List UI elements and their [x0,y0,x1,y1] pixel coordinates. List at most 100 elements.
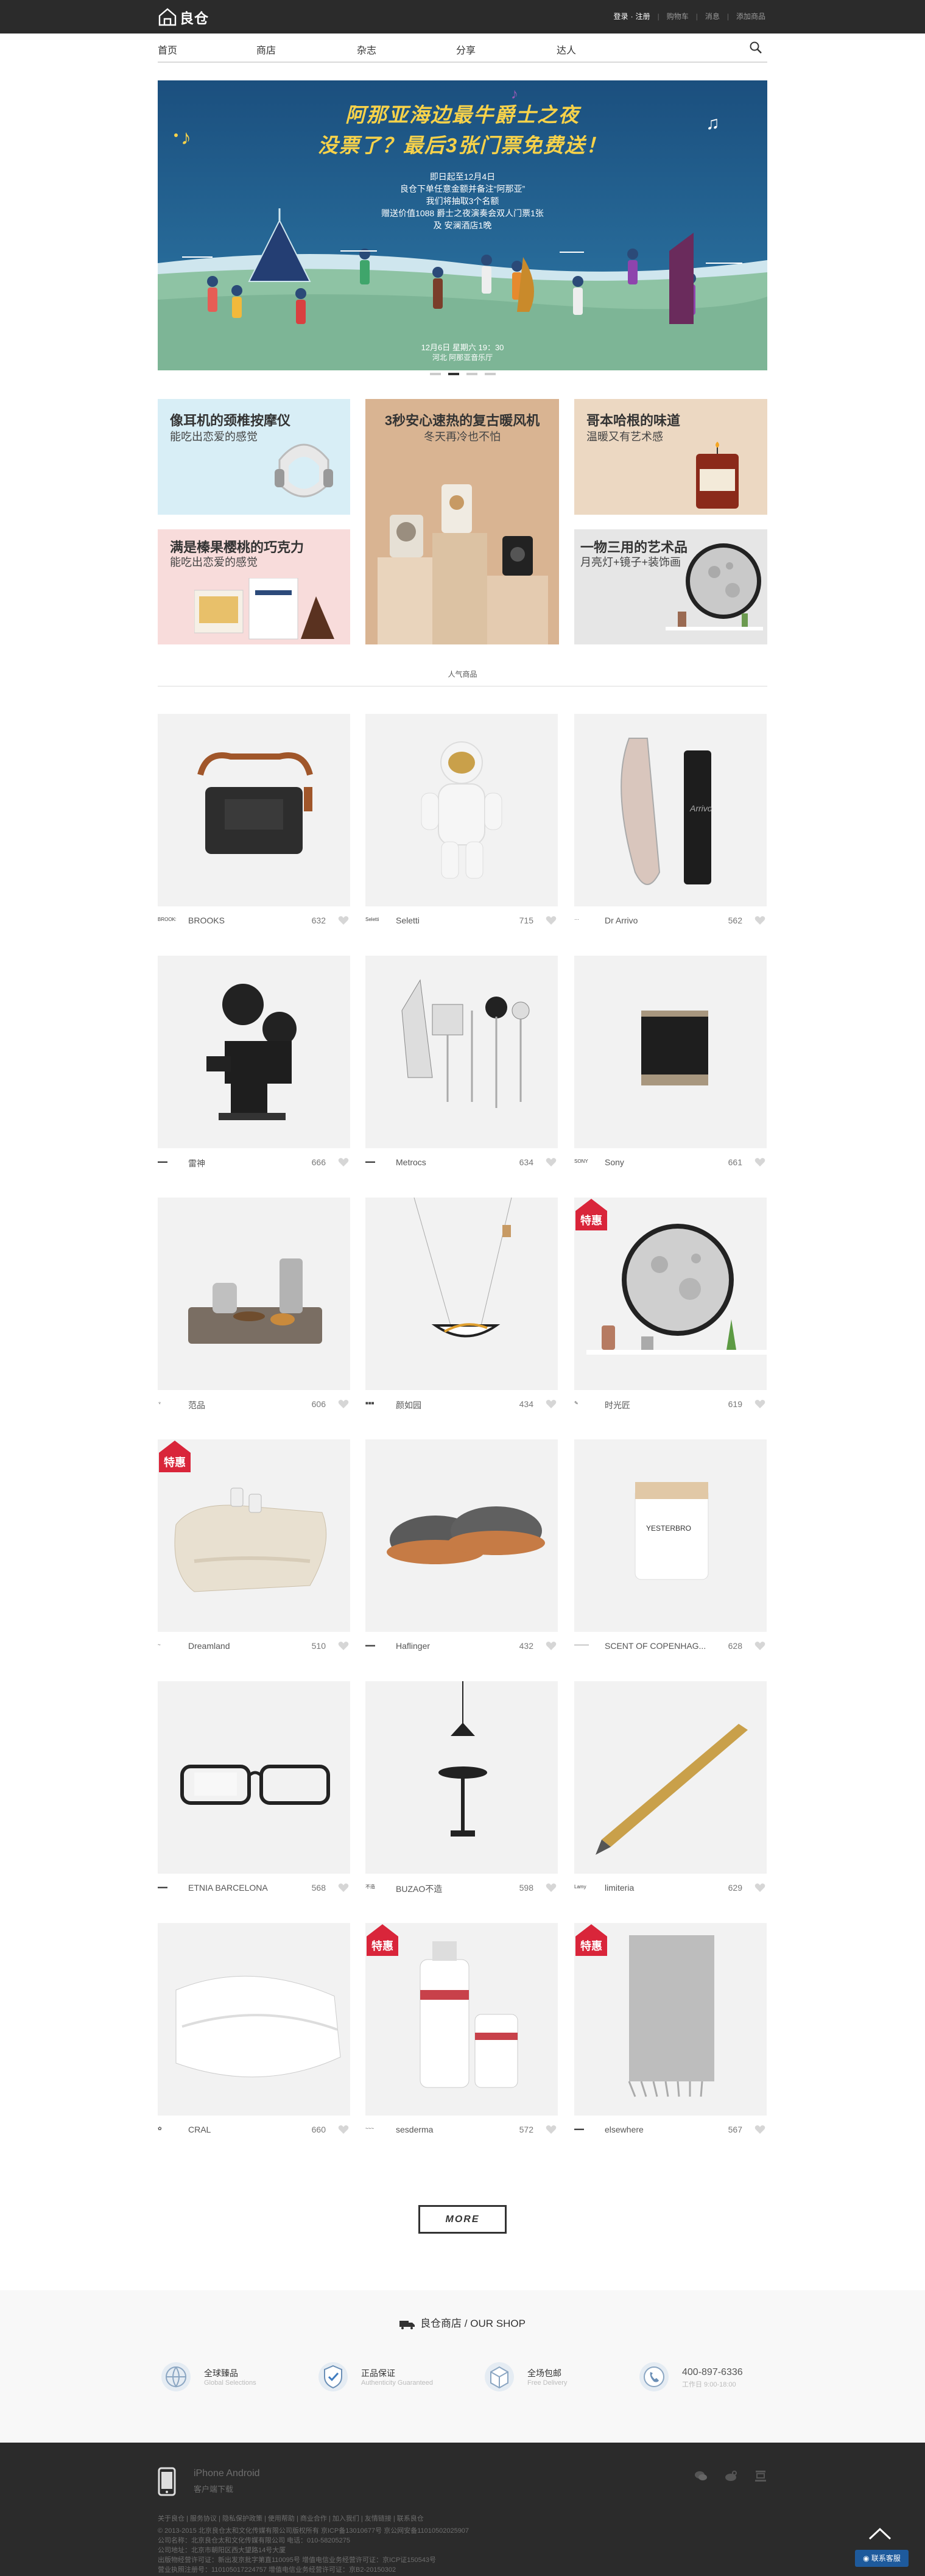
product-card[interactable]: ✿ CRAL 660 [158,1923,350,2134]
product-image[interactable] [158,1198,350,1390]
brand-name[interactable]: ETNIA BARCELONA [188,1883,292,1893]
promo-tile-moonlamp[interactable]: 一物三用的艺术品 月亮灯+镜子+装饰画 [574,529,767,644]
nav-item-shop[interactable]: 商店 [256,42,276,57]
promo-tile-candle[interactable]: 哥本哈根的味道 温暖又有艺术感 [574,399,767,515]
messages-link[interactable]: 消息 [705,11,720,21]
heart-icon[interactable] [338,1641,349,1651]
pagination-dot-active[interactable] [448,373,459,375]
heart-icon[interactable] [546,1157,557,1167]
heart-icon[interactable] [754,1641,765,1651]
brand-name[interactable]: elsewhere [605,2125,708,2134]
product-image[interactable] [365,956,558,1148]
customer-service-button[interactable]: ◉ 联系客服 [855,2550,909,2567]
product-image[interactable] [365,1198,558,1390]
product-card[interactable]: 特惠 ✎ 时光匠 619 [574,1198,767,1411]
product-card[interactable]: YESTERBRO ——— SCENT OF COPENHAG... 628 [574,1439,767,1651]
product-card[interactable]: ■■■ 颜如园 434 [365,1198,558,1411]
brand-name[interactable]: 时光匠 [605,1399,708,1411]
promo-tile-heater[interactable]: 3秒安心速热的复古暖风机 冬天再冷也不怕 [365,399,559,644]
brand-name[interactable]: 范品 [188,1399,292,1411]
brand-name[interactable]: Haflinger [396,1641,499,1651]
brand-name[interactable]: BUZAO不造 [396,1883,499,1895]
product-image[interactable]: 特惠 [574,1198,767,1390]
pagination-dot[interactable] [466,373,477,375]
brand-logo[interactable]: ——— [574,1641,593,1650]
brand-logo[interactable]: BROOKS [158,916,176,924]
brand-logo[interactable]: ✎ [574,1399,593,1408]
brand-logo[interactable]: Lamy [574,1883,593,1891]
heart-icon[interactable] [754,1157,765,1167]
brand-logo[interactable]: ~~~ [365,2125,384,2133]
more-button[interactable]: MORE [418,2205,507,2234]
product-image[interactable]: Arrivo [574,714,767,906]
brand-name[interactable]: Dr Arrivo [605,916,708,925]
product-card[interactable]: ♆ 范品 606 [158,1198,350,1411]
product-card[interactable]: Arrivo ··· Dr Arrivo 562 [574,714,767,925]
nav-item-experts[interactable]: 达人 [557,42,576,57]
product-card[interactable]: ▬▬ Metrocs 634 [365,956,558,1167]
brand-name[interactable]: Sony [605,1157,708,1167]
nav-item-share[interactable]: 分享 [456,42,476,57]
brand-name[interactable]: Metrocs [396,1157,499,1167]
brand-logo[interactable]: ▬▬ [365,1641,384,1650]
brand-name[interactable]: CRAL [188,2125,292,2134]
douban-icon[interactable] [754,2469,767,2483]
wechat-icon[interactable] [694,2469,708,2483]
heart-icon[interactable] [754,2125,765,2134]
brand-logo[interactable]: ♆ [158,1399,176,1408]
brand-logo[interactable]: ··· [574,916,593,924]
heart-icon[interactable] [546,916,557,925]
brand-name[interactable]: limiteria [605,1883,708,1893]
app-download[interactable]: 客户端下载 [194,2483,233,2494]
heart-icon[interactable] [338,916,349,925]
brand-name[interactable]: sesderma [396,2125,499,2134]
brand-logo[interactable]: ▬▬ [158,1157,176,1166]
heart-icon[interactable] [754,1399,765,1409]
product-image[interactable]: 特惠 [158,1439,350,1632]
mobile-phone-icon[interactable] [158,2467,176,2496]
brand-name[interactable]: Seletti [396,916,499,925]
brand-logo[interactable]: SONY [574,1157,593,1166]
product-card[interactable]: SONY Sony 661 [574,956,767,1167]
product-image[interactable] [158,1681,350,1874]
nav-item-home[interactable]: 首页 [158,42,177,57]
heart-icon[interactable] [546,1883,557,1893]
search-icon[interactable] [749,41,762,54]
product-card[interactable]: 不造 BUZAO不造 598 [365,1681,558,1894]
product-card[interactable]: 特惠 ~ Dreamland 510 [158,1439,350,1651]
brand-logo[interactable]: ▬▬ [365,1157,384,1166]
back-to-top-arrow-icon[interactable] [859,2519,901,2550]
app-platforms[interactable]: iPhone Android [194,2468,260,2479]
nav-item-magazine[interactable]: 杂志 [357,42,376,57]
brand-logo[interactable]: 不造 [365,1883,384,1891]
heart-icon[interactable] [546,1641,557,1651]
brand-logo[interactable]: ▬▬ [574,2125,593,2133]
heart-icon[interactable] [546,2125,557,2134]
product-card[interactable]: Lamy limiteria 629 [574,1681,767,1893]
brand-name[interactable]: 雷神 [188,1157,292,1170]
brand-logo[interactable]: ■■■ [365,1399,384,1408]
product-image[interactable]: 特惠 [365,1923,558,2115]
heart-icon[interactable] [754,916,765,925]
brand-name[interactable]: SCENT OF COPENHAG... [605,1641,708,1651]
add-product-link[interactable]: 添加商品 [736,11,765,21]
heart-icon[interactable] [754,1883,765,1893]
pagination-dot[interactable] [430,373,441,375]
product-image[interactable] [158,1923,350,2115]
product-image[interactable] [158,956,350,1148]
brand-name[interactable]: 颜如园 [396,1399,499,1411]
promo-tile-chocolate[interactable]: 满是榛果樱桃的巧克力 能吃出恋爱的感觉 [158,529,350,644]
hero-banner[interactable]: ♪ ♫ ♪ 阿那亚海边最牛爵士之夜 没票了？最后3张门票免费送！ 即日起至12月… [158,80,767,370]
heart-icon[interactable] [338,1883,349,1893]
product-image[interactable]: YESTERBRO [574,1439,767,1632]
logo[interactable]: 良仓 [158,7,209,27]
product-image[interactable]: 特惠 [574,1923,767,2115]
product-card[interactable]: ▬▬ Haflinger 432 [365,1439,558,1651]
product-card[interactable]: 特惠 ▬▬ elsewhere 567 [574,1923,767,2134]
brand-name[interactable]: Dreamland [188,1641,292,1651]
product-card[interactable]: BROOKS BROOKS 632 [158,714,350,925]
heart-icon[interactable] [546,1399,557,1409]
heart-icon[interactable] [338,1157,349,1167]
product-image[interactable] [365,1681,558,1874]
brand-logo[interactable]: ▬▬ [158,1883,176,1891]
